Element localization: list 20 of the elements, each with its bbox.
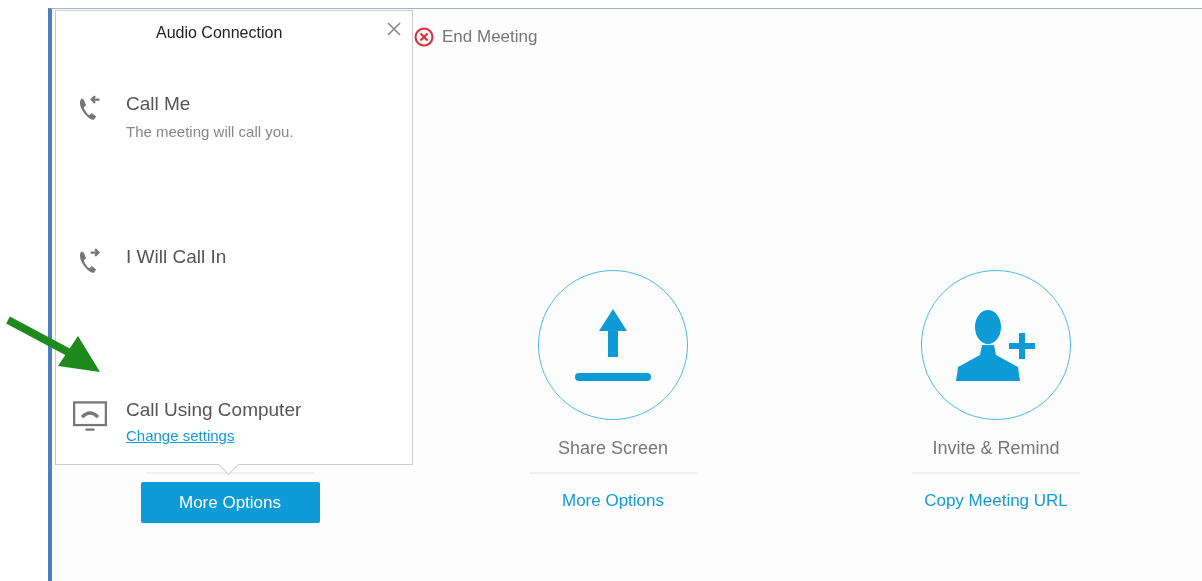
option-label[interactable]: Call Using Computer [126,399,302,421]
phone-icon [78,95,102,121]
phone-icon [78,248,102,274]
add-user-icon [954,309,1038,381]
monitor-phone-icon [73,401,107,431]
arrow-icon [6,316,102,374]
option-label[interactable]: Call Me [126,93,294,115]
close-circle-icon [414,27,434,47]
option-description: The meeting will call you. [126,123,294,140]
more-options-button[interactable]: More Options [140,482,320,523]
popup-title: Audio Connection [156,24,283,42]
change-settings-link[interactable]: Change settings [126,427,235,444]
action-link[interactable]: Copy Meeting URL [924,491,1068,511]
close-icon[interactable] [387,22,401,36]
tile-label: Share Screen [557,438,669,460]
action-link[interactable]: More Options [561,491,664,511]
option-label[interactable]: I Will Call In [126,246,227,268]
upload-icon [573,307,653,383]
tile-label: Invite & Remind [932,438,1060,460]
end-meeting-button[interactable]: End Meeting [414,27,538,47]
